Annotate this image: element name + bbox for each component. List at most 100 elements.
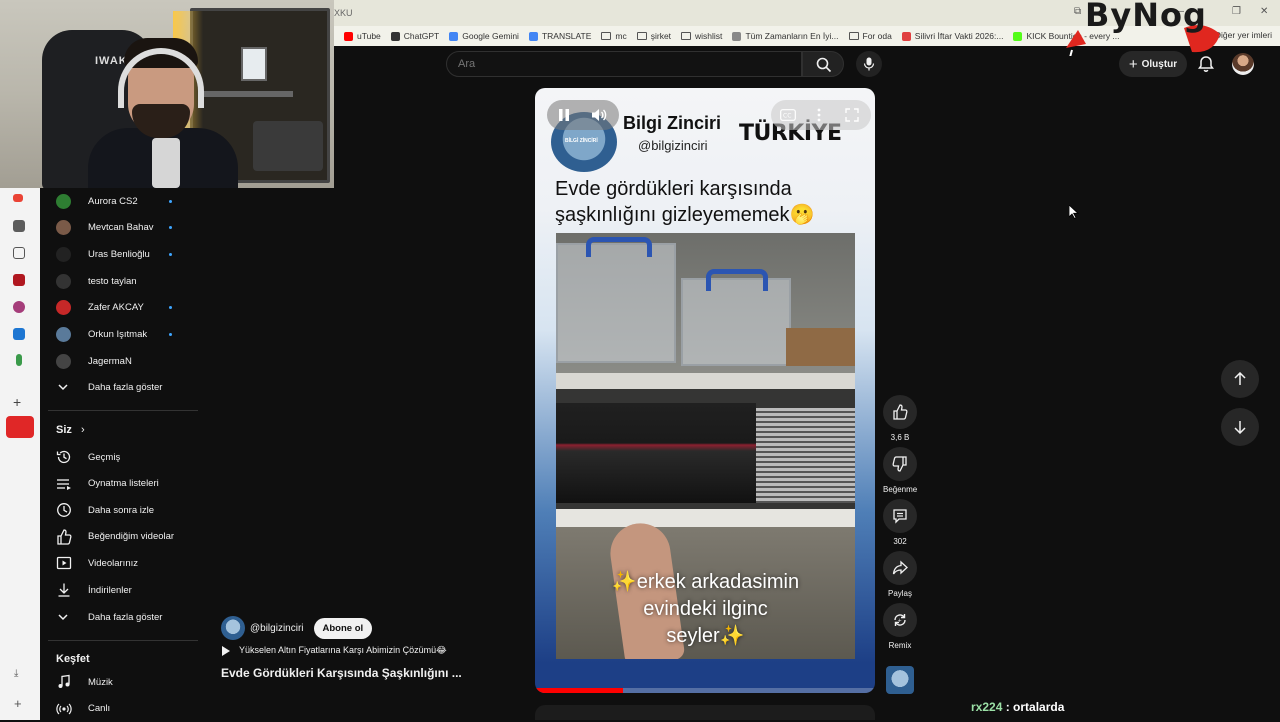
voice-search-button[interactable] [856,51,882,77]
subscription-item[interactable]: Aurora CS2 [40,188,200,214]
app-icon[interactable] [13,220,25,232]
add-sidebar-icon[interactable]: + [14,696,26,711]
subscription-label: Mevtcan Bahav [88,222,154,234]
dislike-icon [892,456,907,472]
bookmark-item[interactable]: wishlist [681,31,722,41]
subscription-label: Uras Benlioğlu [88,248,150,260]
bookmark-item[interactable]: mc [601,31,627,41]
like-button[interactable]: 3,6 B [883,395,917,442]
new-content-dot [169,226,172,230]
subscription-item[interactable]: JagermaN [40,348,200,374]
bookmark-item[interactable]: Google Gemini [449,31,519,41]
sidebar-item-label: Oynatma listeleri [88,478,159,490]
video-progress-bar[interactable] [535,688,875,693]
chatgpt-icon [390,31,400,41]
notes-icon[interactable] [13,247,25,259]
pause-icon[interactable] [557,108,571,122]
shorts-player[interactable]: BİLGİ ZİNCİRİ Bilgi Zinciri @bilgizincir… [535,88,875,693]
video-overlay-text: ✨erkek arkadasimin evindeki ilginc seyle… [556,569,855,650]
video-title[interactable]: Evde Gördükleri Karşısında Şaşkınlığını … [221,666,462,680]
folder-icon [636,32,647,40]
chat-username: rx224 [971,700,1003,714]
next-short-preview[interactable] [535,705,875,720]
search-input[interactable] [447,52,801,76]
next-short-button[interactable] [1221,408,1259,446]
chat-text: : ortalarda [1002,700,1065,714]
chevron-right-icon: › [80,424,85,436]
channel-name[interactable]: @bilgizinciri [250,623,304,634]
overlay-line-2: evindeki ilginc [643,598,768,620]
sidebar-divider [48,410,198,411]
search-box [446,51,802,77]
captions-icon[interactable]: CC [780,109,796,121]
sidebar-item[interactable]: Beğendiğim videolar [40,524,200,550]
bell-icon[interactable] [1196,54,1216,74]
dislike-button[interactable]: Beğenme [883,447,917,494]
subscription-item[interactable]: Orkun Işıtmak [40,322,200,348]
media-icon[interactable] [13,274,25,286]
messenger-icon[interactable] [13,301,25,313]
bookmark-item[interactable]: şirket [636,31,671,41]
subscription-item[interactable]: Uras Benlioğlu [40,241,200,267]
svg-text:+: + [898,618,902,624]
sound-avatar[interactable] [886,666,914,694]
bookmark-item[interactable]: Tüm Zamanların En İyi... [732,31,839,41]
playlist-link[interactable]: Yükselen Altın Fiyatlarına Karşı Abimizi… [221,645,447,656]
calendar-icon[interactable] [13,328,25,340]
bookmark-item[interactable]: ChatGPT [390,31,440,41]
search-button[interactable] [802,51,844,77]
remix-icon: + [894,614,906,626]
bookmark-label: ChatGPT [403,31,440,41]
sidebar-item[interactable]: Videolarınız [40,550,200,576]
sidebar-item[interactable]: Canlı [40,696,200,722]
sidebar-item[interactable]: Müzik [40,669,200,695]
bookmark-item[interactable]: uTube [344,31,381,41]
bookmark-item[interactable]: For oda [848,31,892,41]
channel-avatar-icon [56,353,71,369]
bookmark-item[interactable]: TRANSLATE [528,31,591,41]
overlay-line-1: ✨erkek arkadasimin [611,571,800,593]
sidebar-item-label: Daha sonra izle [88,504,155,516]
show-more-subscriptions[interactable]: Daha fazla göster [40,374,200,400]
youtube-active-icon[interactable] [6,416,34,438]
folder-icon [681,32,692,40]
tab-search-icon[interactable]: ⧉ [1074,6,1081,17]
account-avatar[interactable] [1232,53,1254,75]
add-icon[interactable]: + [13,394,25,410]
share-button[interactable]: Paylaş [883,551,917,598]
you-label: Siz [56,424,72,436]
comments-button[interactable]: 302 [883,499,917,546]
share-label: Paylaş [887,589,912,598]
gemini-icon [449,31,459,41]
restore-icon[interactable]: ❐ [1232,6,1241,17]
subscription-item[interactable]: testo taylan [40,268,200,294]
fullscreen-icon[interactable] [845,108,859,122]
subscription-label: Zafer AKCAY [88,302,144,314]
show-more-you[interactable]: Daha fazla göster [40,604,200,630]
new-content-dot [169,199,172,203]
chevron-down-icon [56,610,72,626]
sidebar-item[interactable]: Oynatma listeleri [40,471,200,497]
sidebar-item[interactable]: Geçmiş [40,444,200,470]
download-icon[interactable]: ⤓ [14,668,26,680]
tool-icon[interactable] [16,354,22,366]
tab-title[interactable]: XKU [334,8,353,18]
sidebar-item[interactable]: İndirilenler [40,577,200,603]
sidebar-item[interactable]: Daha sonra izle [40,497,200,523]
arrow-down-icon [1234,421,1246,434]
youtube-icon [344,31,353,41]
previous-short-button[interactable] [1221,360,1259,398]
subscription-item[interactable]: Mevtcan Bahav [40,215,200,241]
chevron-down-icon [56,380,72,396]
video-progress-fill [535,688,624,693]
volume-icon[interactable] [591,108,607,122]
more-options-icon[interactable] [816,108,822,122]
close-window-icon[interactable]: ✕ [1260,6,1268,17]
you-section-title[interactable]: Siz › [56,424,85,436]
subscribe-button[interactable]: Abone ol [313,617,373,639]
gmail-icon[interactable] [13,194,23,202]
bookmark-item[interactable]: Silivri İftar Vakti 2026:... [901,31,1003,41]
channel-avatar[interactable] [221,616,245,640]
remix-button[interactable]: + Remix [883,603,917,650]
subscription-item[interactable]: Zafer AKCAY [40,295,200,321]
